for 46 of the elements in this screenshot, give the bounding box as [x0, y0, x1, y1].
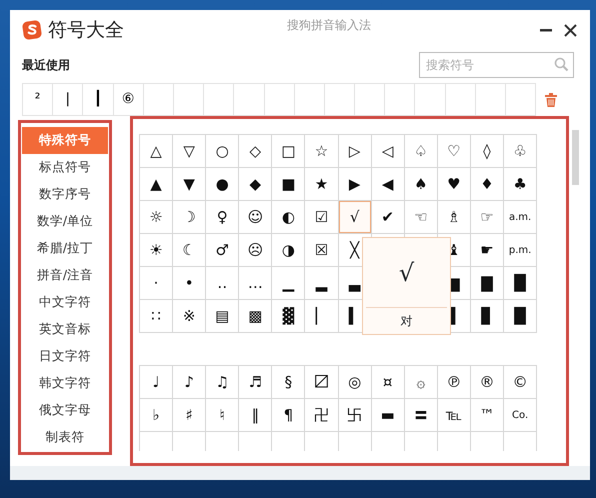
category-item[interactable]: 英文音标 — [22, 316, 108, 343]
symbol-cell[interactable]: ♩ — [139, 365, 174, 399]
category-item[interactable]: 希腊/拉丁 — [22, 235, 108, 262]
empty-slot — [505, 83, 536, 116]
trash-icon[interactable] — [545, 92, 558, 106]
category-item[interactable]: 数字序号 — [22, 181, 108, 208]
empty-slot — [294, 83, 325, 116]
category-item[interactable]: 中文字符 — [22, 289, 108, 316]
empty-slot — [203, 83, 234, 116]
search-icon[interactable] — [554, 57, 569, 72]
recent-symbol[interactable]: ² — [22, 83, 54, 116]
scrollbar-thumb[interactable] — [572, 130, 578, 185]
window-title: 符号大全 — [48, 18, 124, 43]
symbol-cell[interactable]: ♧ — [503, 134, 538, 168]
symbol-meaning: 对 — [400, 313, 414, 330]
empty-slot — [384, 83, 416, 116]
symbol-cell[interactable]: √ — [338, 200, 372, 234]
recent-symbol[interactable]: ┃ — [82, 83, 114, 116]
search-field[interactable]: 搜索符号 — [419, 52, 574, 78]
symbol-cell[interactable]: © — [503, 365, 538, 399]
empty-slot — [172, 83, 204, 116]
category-item[interactable]: 俄文字母 — [22, 397, 108, 424]
close-icon — [564, 24, 576, 36]
category-item[interactable]: 标点符号 — [22, 154, 108, 181]
category-item[interactable]: 制表符 — [22, 424, 108, 451]
empty-slot — [264, 83, 295, 116]
empty-slot — [233, 83, 264, 116]
category-item[interactable]: 日文字符 — [22, 343, 108, 370]
empty-slot — [142, 83, 174, 116]
empty-slot — [414, 83, 446, 116]
app-name: 搜狗拼音输入法 — [286, 17, 372, 34]
symbol-cell[interactable]: △ — [139, 134, 174, 168]
minimize-icon — [540, 28, 552, 32]
logo-icon — [22, 20, 42, 40]
empty-slot — [474, 83, 506, 116]
symbol-cell[interactable]: ∷ — [139, 299, 174, 333]
recent-symbol[interactable]: ⑥ — [112, 83, 144, 116]
category-item[interactable]: 拼音/注音 — [22, 262, 108, 289]
empty-slot — [444, 83, 476, 116]
empty-slot — [324, 83, 356, 116]
category-item[interactable]: 韩文字符 — [22, 370, 108, 397]
empty-slot — [354, 83, 386, 116]
category-item[interactable]: 数学/单位 — [22, 208, 108, 235]
section-label: 最近使用 — [22, 57, 70, 74]
recent-symbol[interactable]: | — [52, 83, 84, 116]
symbol-cell[interactable]: █ — [503, 299, 538, 333]
